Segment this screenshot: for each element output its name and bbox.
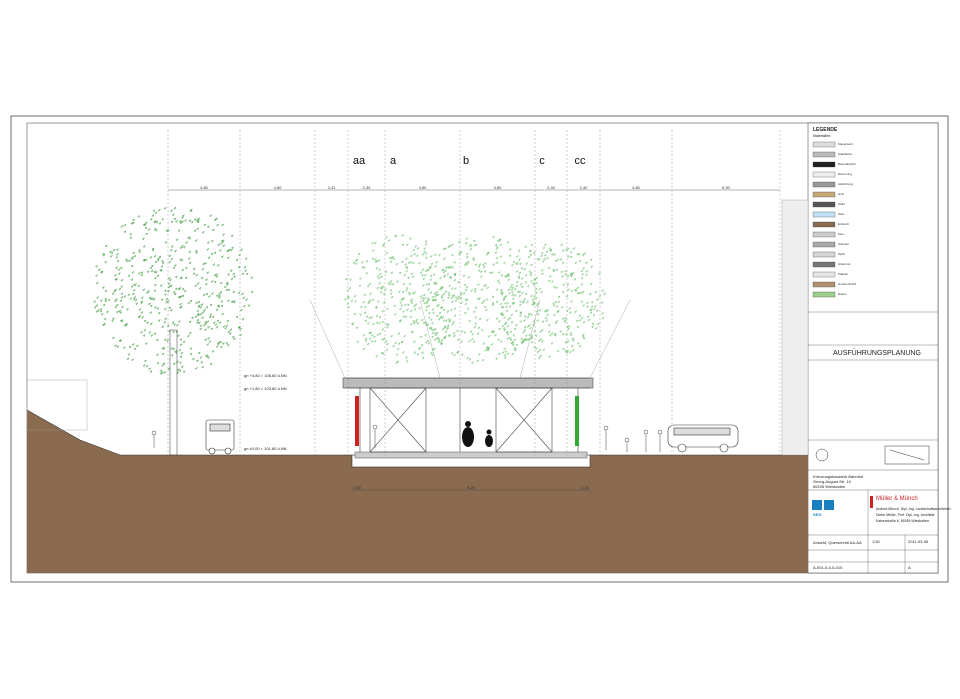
dimension-label: 8,25: [467, 485, 475, 490]
dimension-label: 4,80: [493, 185, 502, 190]
legend-item: Pflaster: [838, 272, 849, 276]
dimension-label: 2,40: [547, 185, 555, 190]
dimension-label: 4,80: [418, 185, 427, 190]
bg-building-right: [781, 199, 809, 456]
legend-swatch: [812, 171, 836, 178]
legend-swatch: [812, 261, 836, 268]
people-dark: [462, 421, 493, 447]
architect-name: Müller & Münch: [876, 496, 918, 502]
architect-line: Andrea Münch, Dipl.-Ing. Landschaftsarch…: [876, 507, 951, 511]
legend-item: Holz: [838, 192, 845, 196]
building-slab: [354, 451, 588, 459]
legend-item: Stahl: [838, 202, 845, 206]
dimension-label: 4,80: [200, 185, 208, 190]
legend-swatch: [812, 141, 836, 148]
dimension-label: 4,80: [273, 185, 282, 190]
legend-item: Abdichtung: [838, 182, 854, 186]
client-logo-text: SEG: [813, 512, 822, 517]
axis-label: c: [539, 155, 545, 167]
axis-label: b: [462, 155, 470, 167]
legend-swatch: [812, 161, 836, 168]
phase-title: AUSFÜHRUNGSPLANUNG: [833, 350, 921, 357]
legend-swatch: [812, 291, 836, 298]
building-roof: [342, 377, 594, 389]
van-left: [205, 419, 235, 455]
level-label: gn +1,80 = 103,60 ü.NN: [244, 386, 287, 391]
legend-item: Gitterrost: [838, 262, 851, 266]
level-label: gn +4,80 = 106,60 ü.NN: [244, 373, 287, 378]
trees: [93, 206, 607, 376]
legend-item: Mauerwerk: [838, 142, 853, 146]
red-door: [355, 396, 359, 446]
legend-swatch: [812, 251, 836, 258]
green-door: [575, 396, 579, 446]
dimension-label: 2,41: [327, 185, 336, 190]
legend-swatch: [812, 241, 836, 248]
plan-index: A: [908, 565, 911, 570]
level-label: gn ±0,00 = 101,80 ü.NN: [244, 446, 287, 451]
plan-number: A-001-5-0-5-010: [813, 565, 843, 570]
legend-item: Beton/Estrich: [838, 162, 856, 166]
dimension-label: 0,45: [353, 485, 361, 490]
legend-item: Kies: [838, 232, 844, 236]
legend-item: Schotter: [838, 242, 850, 246]
architect-line: Dieter Müller, Prof. Dipl.-Ing. Architek…: [876, 513, 935, 517]
legend-swatch: [812, 191, 836, 198]
scale-value: 1:50: [872, 539, 880, 544]
axis-label: cc: [574, 155, 586, 167]
plan-title: Ansicht, Querschnitt AA-AA: [813, 540, 862, 545]
legend-swatch: [812, 231, 836, 238]
dimension-label: 0,45: [581, 485, 589, 490]
legend-item: Holzwerkstoff: [838, 282, 856, 286]
legend-swatch: [812, 181, 836, 188]
legend-swatch: [812, 271, 836, 278]
dimension-label: 6,30: [722, 185, 730, 190]
legend-swatch: [812, 281, 836, 288]
legend-title: LEGENDE: [813, 127, 838, 133]
legend-item: Stahlbeton: [838, 152, 853, 156]
dimension-label: 2,40: [579, 185, 588, 190]
legend-item: Erdreich: [838, 222, 850, 226]
dimension-label: 2,39: [362, 185, 371, 190]
axis-label: a: [389, 155, 397, 167]
project-line: 65195 Wiesbaden: [813, 484, 846, 489]
date-value: 2011-03-06: [908, 539, 929, 544]
legend-swatch: [812, 201, 836, 208]
legend-swatch: [812, 211, 836, 218]
architect-logo-bar: [870, 496, 873, 508]
drawing-sheet: aa a b c cc 4,80 4,80 2,41 2,39 4,80 4,80 2,40 2,40…: [0, 0, 960, 694]
van-right: [667, 424, 739, 453]
legend-swatch: [812, 221, 836, 228]
legend-item: Glas: [838, 212, 845, 216]
legend-swatch: [812, 151, 836, 158]
legend-subtitle: Materialien:: [813, 134, 832, 138]
legend-item: Rasen: [838, 292, 847, 296]
architect-line: Kaiserstraße 6, 65185 Wiesbaden: [876, 519, 929, 523]
dimension-label: 4,80: [632, 185, 640, 190]
legend-item: Splitt: [838, 252, 845, 256]
legend-item: Dämmung: [838, 172, 852, 176]
axis-label: aa: [352, 155, 366, 167]
section-drawing: [10, 115, 949, 583]
